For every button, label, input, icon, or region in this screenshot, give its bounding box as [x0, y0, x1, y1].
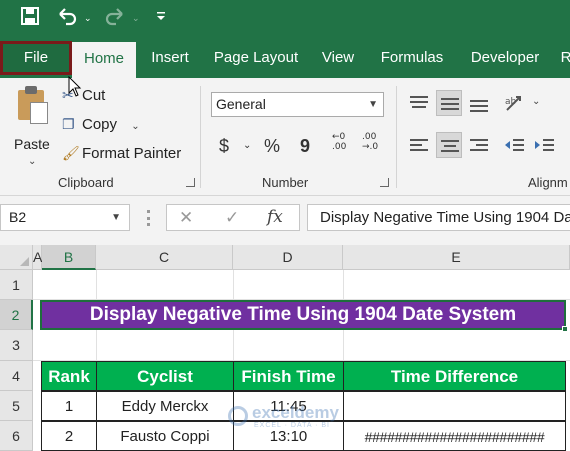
increase-indent-button[interactable]	[532, 132, 558, 158]
clipboard-group-label: Clipboard	[58, 175, 114, 190]
header-rank[interactable]: Rank	[41, 361, 97, 391]
column-header-a[interactable]: A	[33, 245, 42, 270]
copy-label: Copy	[82, 116, 118, 133]
row-header-5[interactable]: 5	[0, 391, 33, 421]
chevron-down-icon: ⌄	[28, 156, 37, 167]
orientation-icon: ab	[505, 96, 521, 111]
formula-bar: B2 ▼ ✕ ✓ fx Display Negative Time Using …	[0, 196, 570, 245]
decrease-indent-button[interactable]	[502, 132, 528, 158]
worksheet-grid: A B C D E 1 2 3 4 5 6 Display Negative T…	[0, 245, 570, 451]
header-time-difference[interactable]: Time Difference	[343, 361, 566, 391]
table-cell[interactable]: 1	[41, 391, 97, 421]
column-header-c[interactable]: C	[96, 245, 233, 270]
currency-button[interactable]: $	[219, 134, 229, 158]
redo-icon[interactable]	[104, 6, 126, 32]
dialog-launcher-icon[interactable]	[186, 178, 195, 187]
tab-file[interactable]: File	[0, 41, 72, 75]
table-cell[interactable]: Eddy Merckx	[96, 391, 234, 421]
align-center-button[interactable]	[436, 132, 462, 158]
paste-button[interactable]: Paste ⌄	[10, 86, 54, 167]
group-divider	[396, 86, 397, 188]
chevron-down-icon[interactable]: ⌄	[243, 134, 251, 158]
middle-align-button[interactable]	[436, 90, 462, 116]
copy-icon: ❐	[62, 116, 75, 132]
chevron-down-icon[interactable]: ⌄	[532, 96, 540, 107]
column-header-d[interactable]: D	[233, 245, 343, 270]
decrease-decimal-button[interactable]: .00 →.0	[362, 132, 378, 152]
dialog-launcher-icon[interactable]	[380, 178, 389, 187]
row-header-3[interactable]: 3	[0, 330, 33, 361]
format-painter-label: Format Painter	[82, 145, 182, 162]
number-format-select[interactable]: General ▼	[211, 92, 384, 117]
watermark-name: exceldemy	[252, 403, 339, 422]
percent-button[interactable]: %	[264, 134, 280, 158]
tab-home[interactable]: Home	[72, 42, 136, 78]
watermark-logo: exceldemy EXCEL · DATA · BI	[228, 403, 368, 435]
tab-insert[interactable]: Insert	[140, 38, 200, 78]
top-align-button[interactable]	[406, 90, 432, 116]
bottom-align-button[interactable]	[466, 90, 492, 116]
table-cell[interactable]: ########################	[343, 421, 566, 451]
row-header-2[interactable]: 2	[0, 300, 33, 330]
row-header-4[interactable]: 4	[0, 361, 33, 391]
cut-label: Cut	[82, 87, 106, 104]
ribbon-home: Paste ⌄ ✂ Cut ❐ Copy ⌄ 🖌 Format Painter Cli…	[0, 78, 570, 196]
undo-dropdown-icon[interactable]: ⌄	[84, 6, 92, 30]
cancel-icon[interactable]: ✕	[179, 205, 193, 230]
fill-handle[interactable]	[562, 326, 568, 332]
brush-icon: 🖌	[62, 145, 80, 161]
format-painter-button[interactable]: 🖌 Format Painter	[62, 142, 181, 164]
table-cell[interactable]: 2	[41, 421, 97, 451]
table-cell[interactable]: Fausto Coppi	[96, 421, 234, 451]
comma-style-button[interactable]: 9	[300, 134, 310, 158]
column-header-e[interactable]: E	[343, 245, 570, 270]
header-finish-time[interactable]: Finish Time	[233, 361, 344, 391]
tab-review[interactable]: R	[556, 38, 570, 78]
column-header-b[interactable]: B	[42, 245, 96, 270]
group-divider	[200, 86, 201, 188]
orientation-button[interactable]: ab	[502, 90, 528, 116]
tab-formulas[interactable]: Formulas	[374, 38, 450, 78]
title-cell[interactable]: Display Negative Time Using 1904 Date Sy…	[40, 300, 568, 332]
name-box[interactable]: B2 ▼	[0, 204, 130, 231]
title-text: Display Negative Time Using 1904 Date Sy…	[89, 304, 517, 325]
tab-page-layout[interactable]: Page Layout	[208, 38, 304, 78]
undo-icon[interactable]	[56, 6, 78, 32]
copy-button[interactable]: ❐ Copy ⌄	[62, 113, 140, 135]
align-left-button[interactable]	[406, 132, 432, 158]
redo-dropdown-icon[interactable]: ⌄	[132, 6, 140, 30]
paste-label: Paste	[14, 136, 50, 152]
watermark-icon	[228, 406, 248, 426]
resize-handle[interactable]	[147, 210, 150, 226]
svg-text:ab: ab	[505, 97, 517, 107]
customize-qat-icon[interactable]	[156, 6, 166, 30]
align-right-button[interactable]	[466, 132, 492, 158]
table-cell[interactable]	[343, 391, 566, 421]
increase-decimal-button[interactable]: ←0 .00	[332, 132, 346, 152]
chevron-down-icon[interactable]: ⌄	[131, 121, 139, 132]
quick-access-toolbar: ⌄ ⌄	[0, 0, 570, 38]
decrease-indent-icon	[505, 139, 524, 151]
ribbon-tabs: File Home Insert Page Layout View Formul…	[0, 38, 570, 78]
tab-view[interactable]: View	[314, 38, 362, 78]
watermark-tagline: EXCEL · DATA · BI	[254, 422, 330, 429]
row-header-1[interactable]: 1	[0, 270, 33, 300]
formula-input[interactable]: Display Negative Time Using 1904 Date Sy…	[307, 204, 570, 231]
alignment-group-label: Alignm	[528, 175, 568, 190]
enter-icon[interactable]: ✓	[225, 205, 239, 230]
number-group-label: Number	[262, 175, 309, 190]
insert-function-icon[interactable]: fx	[267, 205, 283, 230]
chevron-down-icon[interactable]: ▼	[111, 205, 121, 230]
chevron-down-icon: ▼	[368, 99, 378, 110]
name-box-value: B2	[9, 209, 27, 225]
save-icon[interactable]	[20, 6, 40, 32]
row-header-6[interactable]: 6	[0, 421, 33, 451]
formula-buttons: ✕ ✓ fx	[166, 204, 300, 231]
header-cyclist[interactable]: Cyclist	[96, 361, 234, 391]
increase-indent-icon	[535, 139, 554, 151]
select-all-corner[interactable]	[0, 245, 33, 270]
mouse-pointer-icon	[68, 76, 82, 97]
tab-developer[interactable]: Developer	[462, 38, 548, 78]
number-format-value: General	[216, 96, 266, 112]
